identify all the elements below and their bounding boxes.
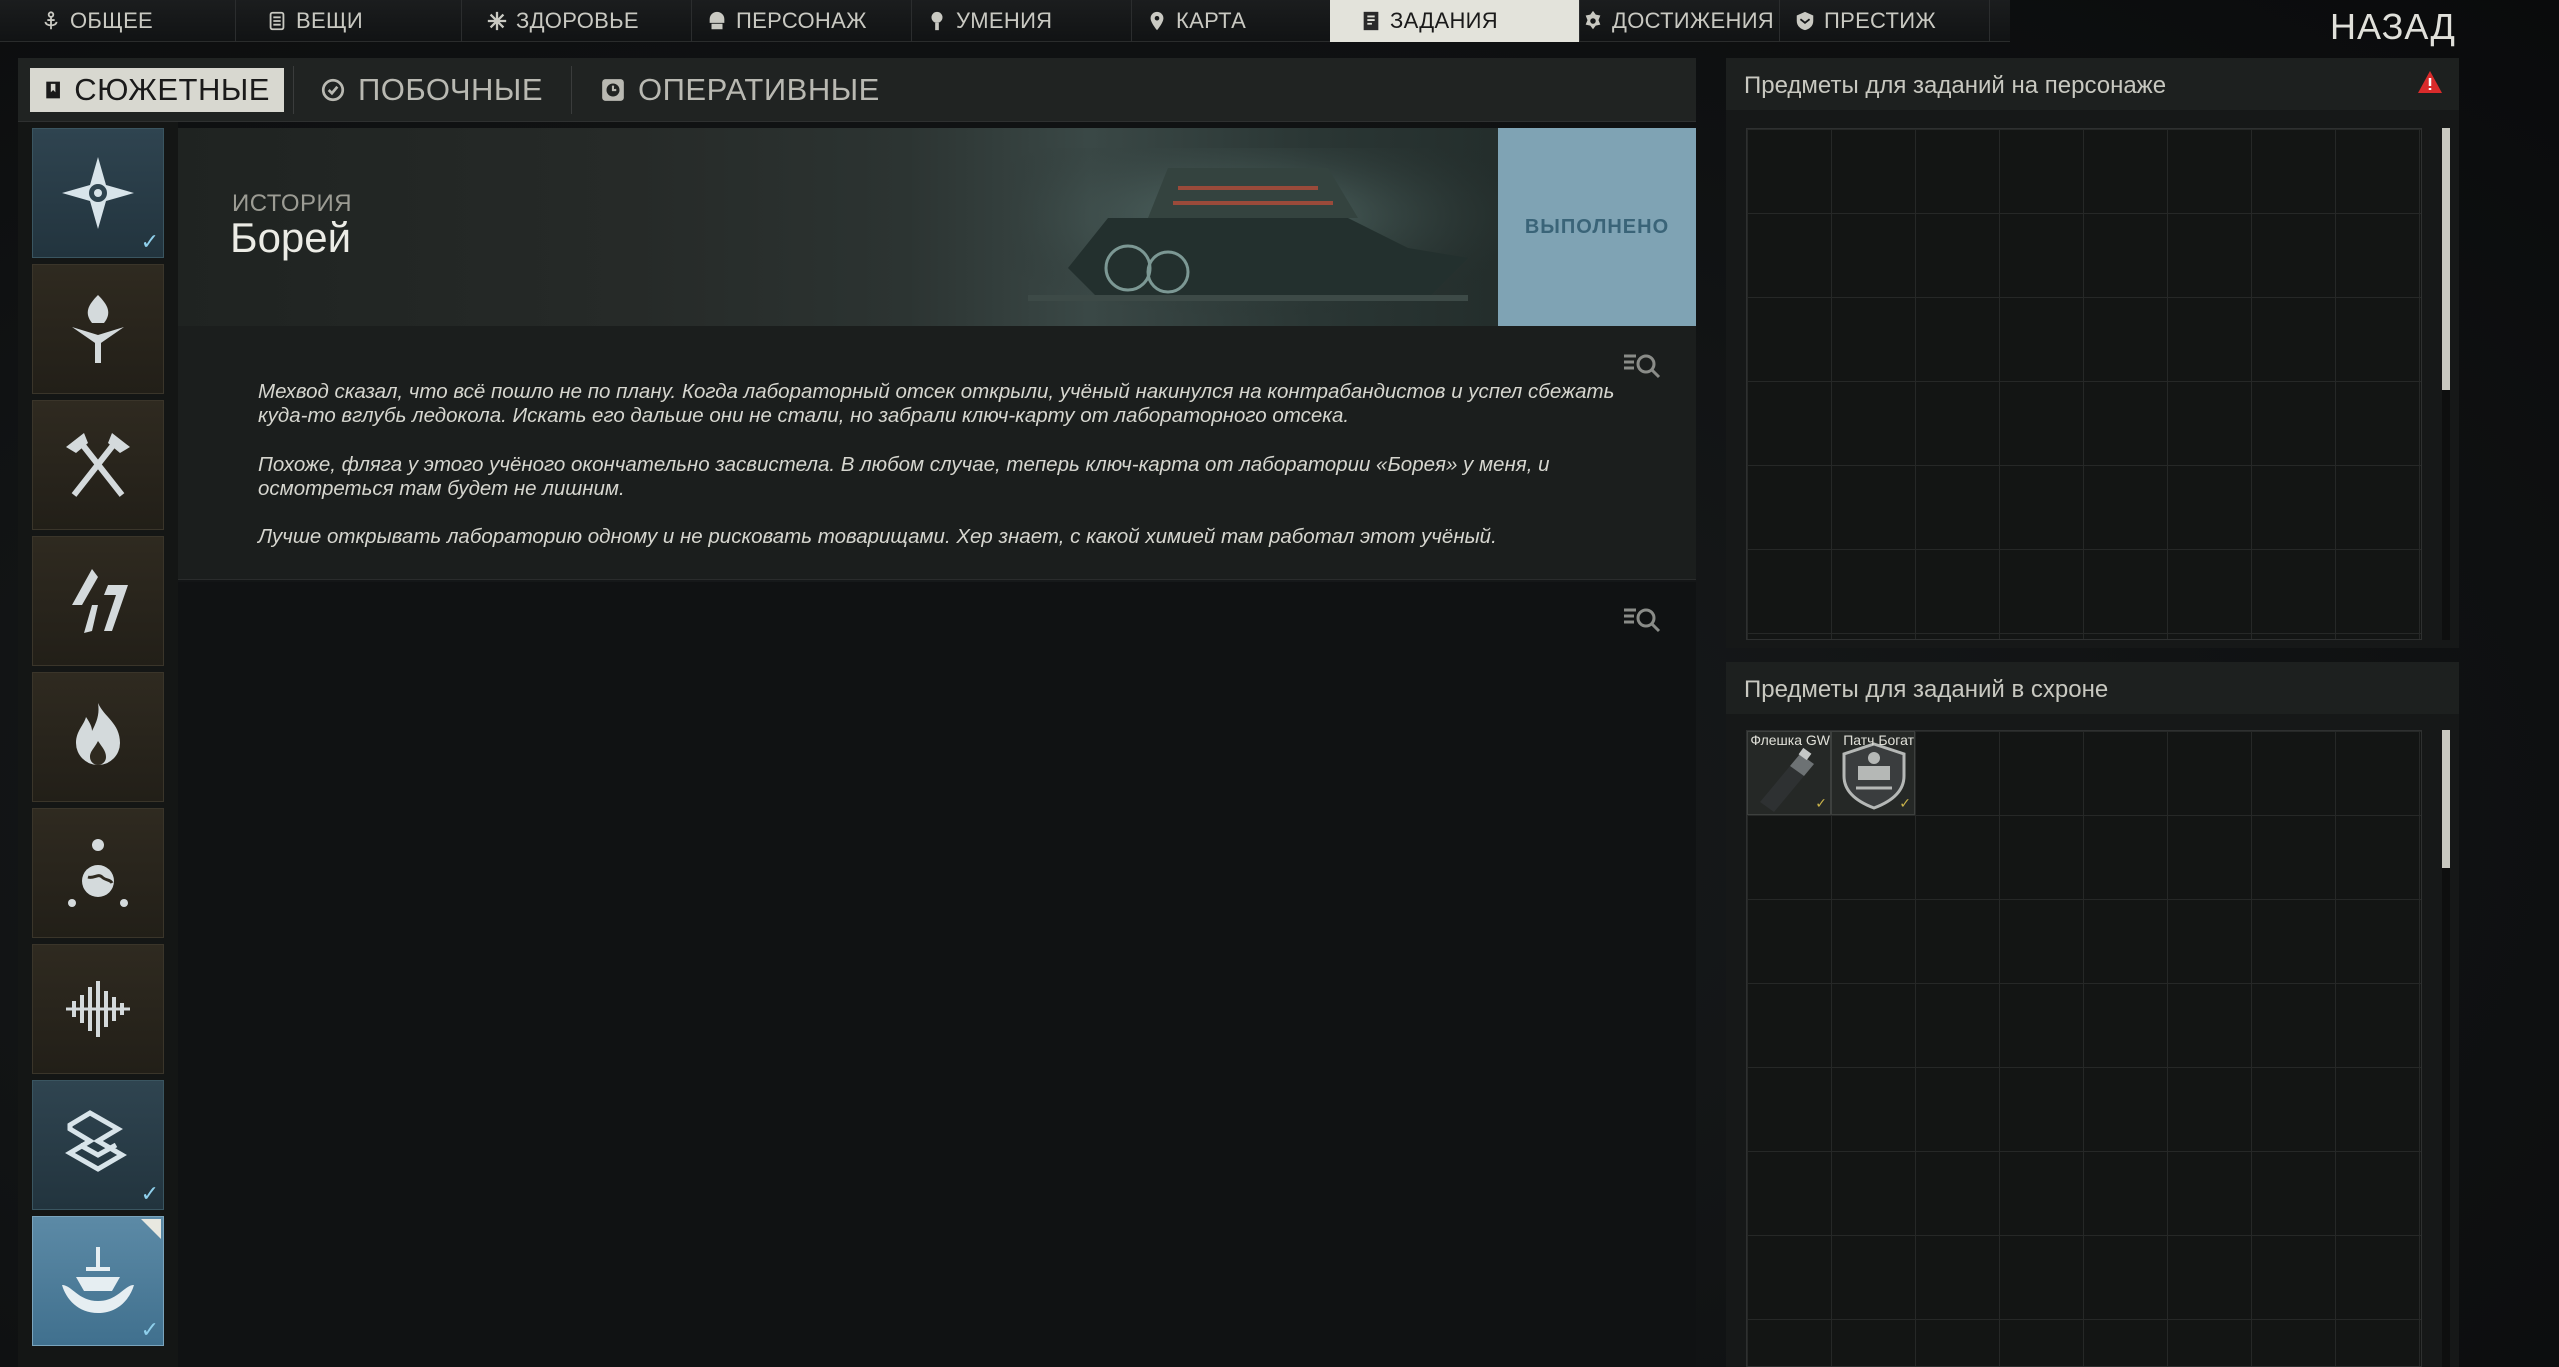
- stash-items-grid[interactable]: Флешка GW ✓ Патч Богат ✓: [1746, 730, 2422, 1367]
- tab-label: ВЕЩИ: [296, 8, 363, 33]
- tab-label: ПРЕСТИЖ: [1824, 8, 1936, 33]
- flame-icon: [76, 703, 120, 765]
- description-paragraph: Похоже, фляга у этого учёного окончатель…: [258, 453, 1550, 500]
- quest-item[interactable]: [32, 264, 164, 394]
- game-screen: ОБЩЕЕ ВЕЩИ ЗДОРОВЬЕ ПЕРСОНАЖ УМЕНИЯ КАРТ…: [0, 0, 2559, 1367]
- quest-item[interactable]: [32, 536, 164, 666]
- scrollbar[interactable]: [2442, 128, 2450, 640]
- skills-icon: [931, 11, 943, 31]
- scrollbar[interactable]: [2442, 730, 2450, 1367]
- subtab-label: СЮЖЕТНЫЕ: [74, 72, 270, 107]
- bookmark-icon: [46, 81, 60, 99]
- completed-check-icon: ✓: [140, 1181, 159, 1206]
- stash-item[interactable]: Флешка GW ✓: [1747, 731, 1831, 815]
- achievements-icon: [1585, 10, 1601, 30]
- subtab-label: ОПЕРАТИВНЫЕ: [638, 72, 880, 107]
- tab-label: ПЕРСОНАЖ: [736, 8, 867, 33]
- found-in-raid-icon: ✓: [1815, 795, 1827, 811]
- quest-item[interactable]: [32, 808, 164, 938]
- map-pin-icon: [1150, 11, 1164, 31]
- quest-item[interactable]: ✓: [32, 1080, 164, 1210]
- ship-emblem-icon: [62, 1247, 134, 1313]
- subtab-side[interactable]: ПОБОЧНЫЕ: [306, 66, 576, 114]
- subtab-story[interactable]: СЮЖЕТНЫЕ: [30, 68, 284, 112]
- tab-map[interactable]: КАРТА: [1132, 0, 1332, 42]
- panel-title: Предметы для заданий в схроне: [1726, 662, 2459, 714]
- tab-items[interactable]: ВЕЩИ: [252, 0, 462, 42]
- compass-star-icon: [62, 157, 134, 229]
- description-paragraph: Мехвод сказал, что всё пошло не по плану…: [258, 380, 1615, 427]
- character-quest-items-panel: Предметы для заданий на персонаже: [1726, 58, 2459, 648]
- gear-items-icon: [269, 11, 285, 31]
- character-icon: [709, 11, 725, 30]
- health-icon: [487, 11, 507, 31]
- tab-label: КАРТА: [1176, 8, 1247, 33]
- character-items-grid[interactable]: [1746, 128, 2422, 640]
- tasks-icon: [1363, 11, 1379, 31]
- tab-label: ЗАДАНИЯ: [1390, 8, 1498, 33]
- quest-item-selected[interactable]: ✓: [32, 1216, 164, 1346]
- quest-status-badge: ВЫПОЛНЕНО: [1498, 128, 1696, 326]
- item-name: Флешка GW: [1750, 732, 1830, 748]
- subtab-label: ПОБОЧНЫЕ: [358, 72, 543, 107]
- scrollbar-thumb[interactable]: [2442, 128, 2450, 390]
- torch-icon: [72, 295, 124, 363]
- tab-label: ОБЩЕЕ: [70, 8, 154, 33]
- tab-tasks[interactable]: ЗАДАНИЯ: [1330, 0, 1580, 42]
- panel-title: Предметы для заданий на персонаже: [1726, 58, 2459, 110]
- globe-figure-icon: [68, 839, 128, 907]
- inspect-icon[interactable]: [1622, 350, 1662, 380]
- item-name: Патч Богат: [1843, 732, 1914, 748]
- scrollbar-thumb[interactable]: [2442, 730, 2450, 868]
- warning-icon[interactable]: [2417, 70, 2443, 94]
- tab-character[interactable]: ПЕРСОНАЖ: [692, 0, 912, 42]
- tab-label: ЗДОРОВЬЕ: [516, 8, 639, 33]
- prestige-icon: [1796, 11, 1814, 31]
- subtab-operational[interactable]: ОПЕРАТИВНЫЕ: [586, 66, 906, 114]
- quest-objectives: [178, 582, 1696, 1367]
- description-paragraph: Лучше открывать лабораторию одному и не …: [258, 525, 1497, 548]
- quest-item[interactable]: [32, 672, 164, 802]
- tab-health[interactable]: ЗДОРОВЬЕ: [472, 0, 692, 42]
- selected-corner-marker: [141, 1219, 161, 1239]
- tab-general[interactable]: ОБЩЕЕ: [26, 0, 236, 42]
- quest-description: Мехвод сказал, что всё пошло не по плану…: [178, 326, 1696, 580]
- quest-title: Борей: [230, 214, 352, 261]
- quest-banner: ИСТОРИЯ Борей ВЫПОЛНЕНО: [178, 128, 1696, 326]
- clock-icon: [602, 79, 624, 101]
- top-navigation: ОБЩЕЕ ВЕЩИ ЗДОРОВЬЕ ПЕРСОНАЖ УМЕНИЯ КАРТ…: [0, 0, 2010, 42]
- quest-item[interactable]: ✓: [32, 128, 164, 258]
- anchor-icon: [44, 11, 58, 30]
- stash-quest-items-panel: Предметы для заданий в схроне Флешка GW …: [1726, 662, 2459, 1367]
- completed-check-icon: ✓: [140, 229, 159, 254]
- tab-skills[interactable]: УМЕНИЯ: [912, 0, 1132, 42]
- found-in-raid-icon: ✓: [1899, 795, 1911, 811]
- quest-category-tabs: СЮЖЕТНЫЕ ПОБОЧНЫЕ ОПЕРАТИВНЫЕ: [18, 58, 1696, 122]
- quest-item[interactable]: [32, 400, 164, 530]
- back-button[interactable]: НАЗАД: [2330, 6, 2456, 48]
- crossed-axes-icon: [66, 433, 130, 497]
- inspect-icon[interactable]: [1622, 604, 1662, 634]
- stash-item[interactable]: Патч Богат ✓: [1831, 731, 1915, 815]
- tab-label: УМЕНИЯ: [956, 8, 1053, 33]
- quest-item[interactable]: [32, 944, 164, 1074]
- check-circle-icon: [321, 78, 345, 102]
- icebreaker-image: [1008, 148, 1508, 318]
- quest-list: ✓ ✓ ✓: [18, 122, 178, 1367]
- tab-achievements[interactable]: ДОСТИЖЕНИЯ: [1570, 0, 1780, 42]
- tab-prestige[interactable]: ПРЕСТИЖ: [1780, 0, 1990, 42]
- lightning-icon: [72, 569, 128, 633]
- completed-check-icon: ✓: [140, 1317, 159, 1342]
- signal-wave-icon: [66, 981, 130, 1037]
- labyrinth-icon: [65, 1110, 127, 1172]
- tab-label: ДОСТИЖЕНИЯ: [1612, 8, 1774, 33]
